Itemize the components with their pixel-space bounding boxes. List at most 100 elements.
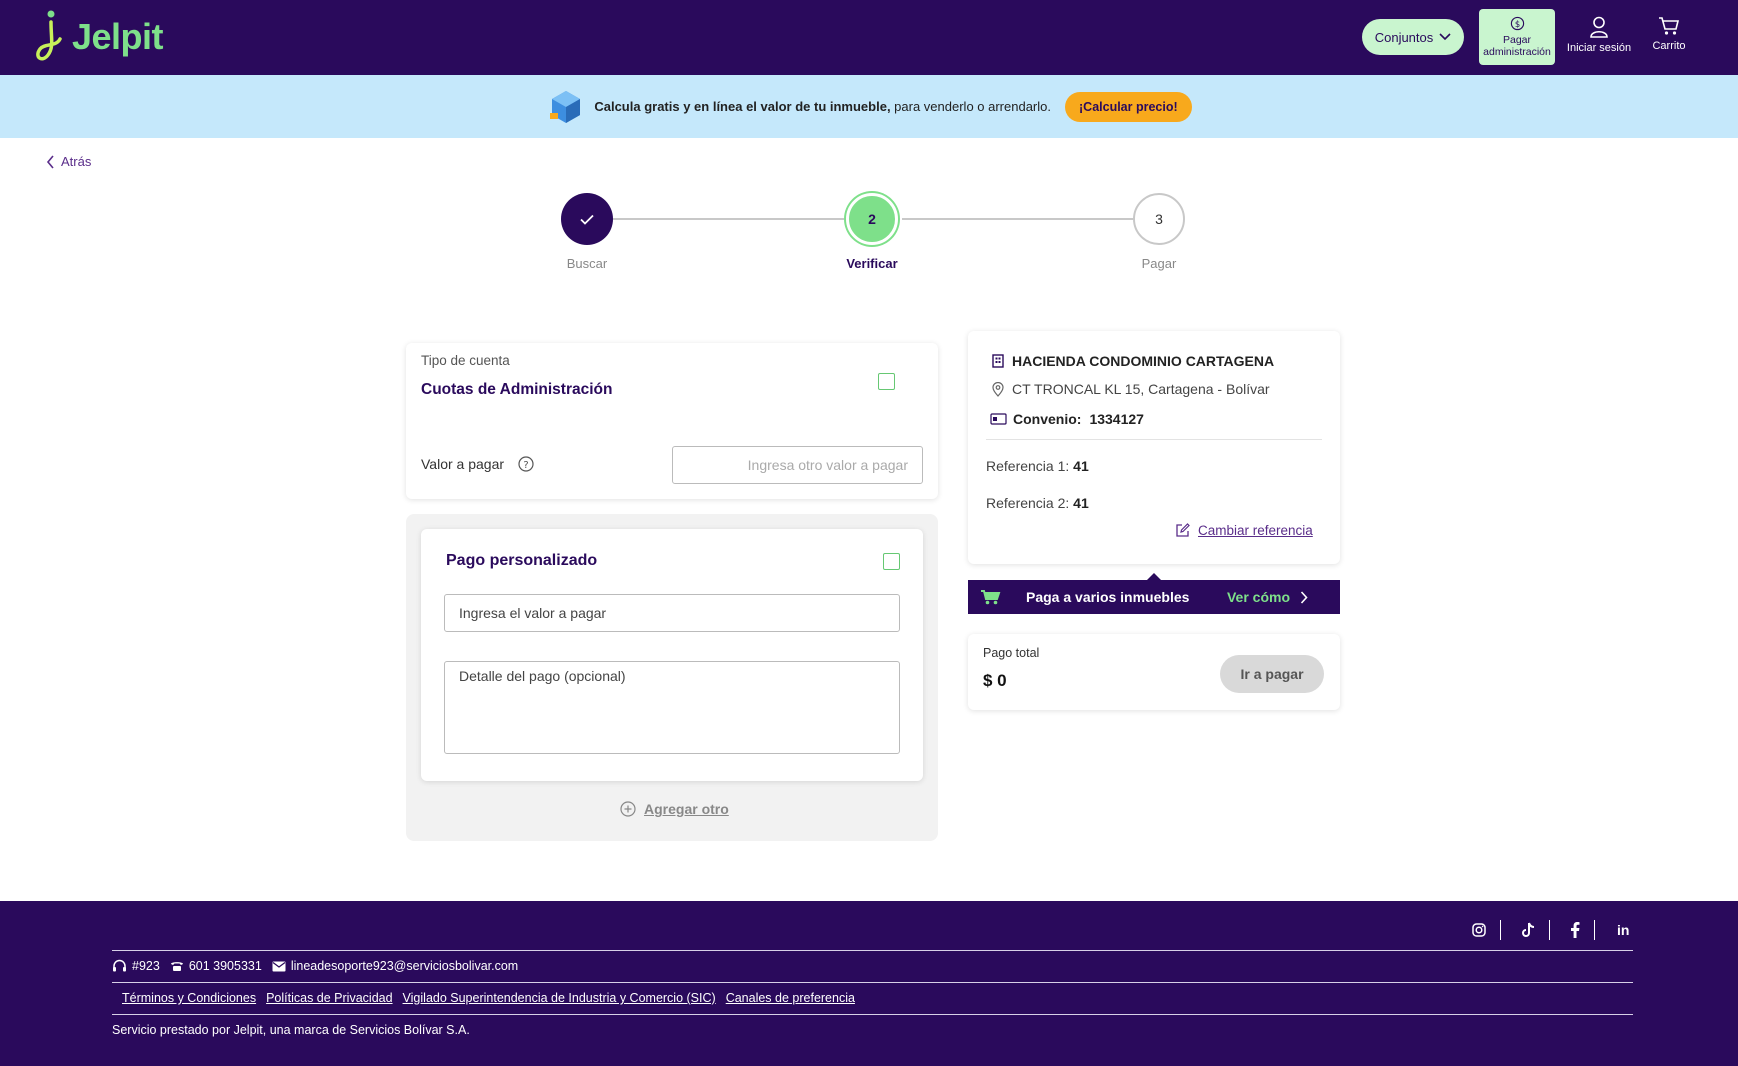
inmueble-address-row: CT TRONCAL KL 15, Cartagena - Bolívar bbox=[992, 381, 1270, 397]
convenio-label: Convenio: bbox=[1013, 411, 1082, 427]
legal-text: Servicio prestado por Jelpit, una marca … bbox=[112, 1023, 470, 1037]
phone-short[interactable]: #923 bbox=[132, 959, 160, 973]
promo-banner: Calcula gratis y en línea el valor de tu… bbox=[0, 75, 1738, 138]
valor-personalizado-input[interactable]: Ingresa el valor a pagar bbox=[444, 594, 900, 632]
login-label: Iniciar sesión bbox=[1566, 42, 1632, 54]
cart-icon bbox=[1659, 17, 1680, 35]
tipo-cuenta-card: Tipo de cuenta Cuotas de Administración … bbox=[406, 343, 938, 499]
conjuntos-label: Conjuntos bbox=[1374, 29, 1434, 45]
svg-text:$: $ bbox=[1514, 19, 1519, 29]
chevron-right-icon bbox=[1300, 590, 1308, 604]
location-pin-icon bbox=[992, 381, 1004, 397]
banner-bold-text: Calcula gratis y en línea el valor de tu… bbox=[594, 99, 891, 114]
terminos-link[interactable]: Términos y Condiciones bbox=[122, 991, 256, 1005]
footer-divider bbox=[112, 982, 1633, 983]
calcular-precio-button[interactable]: ¡Calcular precio! bbox=[1065, 91, 1192, 122]
ir-a-pagar-button[interactable]: Ir a pagar bbox=[1220, 655, 1324, 693]
paga-varios-label: Paga a varios inmuebles bbox=[1026, 589, 1190, 605]
support-email[interactable]: lineadesoporte923@serviciosbolivar.com bbox=[291, 959, 518, 973]
cart-button[interactable]: Carrito bbox=[1646, 16, 1692, 52]
pago-personalizado-card: Pago personalizado Ingresa el valor a pa… bbox=[421, 529, 923, 781]
valor-a-pagar-label: Valor a pagar bbox=[421, 456, 505, 472]
convenio-row: Convenio: 1334127 bbox=[990, 411, 1144, 427]
linkedin-icon[interactable]: in bbox=[1617, 922, 1629, 938]
phone-number[interactable]: 601 3905331 bbox=[189, 959, 262, 973]
cart-icon bbox=[981, 590, 1001, 605]
social-divider bbox=[1500, 920, 1501, 940]
step-2-circle: 2 bbox=[846, 193, 898, 245]
mail-icon bbox=[272, 961, 286, 971]
building-icon bbox=[992, 354, 1004, 368]
contact-row: #923 601 3905331 lineadesoporte923@servi… bbox=[112, 959, 518, 973]
instagram-icon[interactable] bbox=[1472, 923, 1486, 937]
canales-link[interactable]: Canales de preferencia bbox=[726, 991, 855, 1005]
pagar-admin-label-2: administración bbox=[1483, 46, 1551, 58]
pago-total-value: $ 0 bbox=[983, 671, 1007, 690]
chevron-down-icon bbox=[1439, 33, 1451, 41]
conjuntos-dropdown[interactable]: Conjuntos bbox=[1362, 19, 1464, 55]
privacidad-link[interactable]: Políticas de Privacidad bbox=[266, 991, 392, 1005]
help-circle-icon[interactable]: ? bbox=[518, 456, 534, 472]
referencia-2-row: Referencia 2: 41 bbox=[986, 495, 1089, 511]
tipo-cuenta-value: Cuotas de Administración bbox=[421, 381, 613, 398]
id-card-icon bbox=[990, 413, 1007, 425]
sic-link[interactable]: Vigilado Superintendencia de Industria y… bbox=[403, 991, 716, 1005]
referencia-2-label: Referencia 2: bbox=[986, 495, 1070, 511]
inmueble-name-row: HACIENDA CONDOMINIO CARTAGENA bbox=[992, 353, 1274, 369]
tipo-cuenta-checkbox[interactable] bbox=[878, 373, 895, 390]
step-2-label: Verificar bbox=[846, 256, 898, 271]
valor-a-pagar-input[interactable]: Ingresa otro valor a pagar bbox=[672, 446, 923, 484]
user-icon bbox=[1590, 16, 1608, 38]
banner-message: Calcula gratis y en línea el valor de tu… bbox=[594, 99, 1051, 114]
legal-links: Términos y Condiciones Políticas de Priv… bbox=[122, 991, 855, 1005]
jelpit-logo[interactable]: Jelpit bbox=[36, 8, 164, 66]
progress-stepper: Buscar 2 Verificar 3 Pagar bbox=[0, 190, 1738, 280]
social-divider bbox=[1549, 920, 1550, 940]
pago-total-label: Pago total bbox=[983, 646, 1040, 660]
detalle-pago-textarea[interactable]: Detalle del pago (opcional) bbox=[444, 661, 900, 754]
headset-icon bbox=[113, 959, 126, 972]
ver-como-link[interactable]: Ver cómo bbox=[1227, 589, 1308, 605]
step-3-label: Pagar bbox=[1141, 256, 1177, 271]
cambiar-referencia-link[interactable]: Cambiar referencia bbox=[1175, 523, 1313, 538]
tipo-cuenta-label: Tipo de cuenta bbox=[421, 353, 510, 368]
back-link[interactable]: Atrás bbox=[46, 154, 91, 169]
convenio-value: 1334127 bbox=[1089, 411, 1144, 427]
tooltip-arrow bbox=[1147, 573, 1161, 580]
social-links: in bbox=[1472, 920, 1629, 940]
step-1-circle bbox=[561, 193, 613, 245]
step-3-circle: 3 bbox=[1133, 193, 1185, 245]
agregar-otro-button[interactable]: Agregar otro bbox=[620, 801, 729, 817]
facebook-icon[interactable] bbox=[1570, 922, 1580, 938]
cambiar-referencia-label: Cambiar referencia bbox=[1198, 523, 1313, 538]
referencia-1-label: Referencia 1: bbox=[986, 458, 1070, 474]
tiktok-icon[interactable] bbox=[1521, 922, 1535, 938]
house-cube-icon bbox=[550, 90, 581, 123]
ver-como-label: Ver cómo bbox=[1226, 589, 1290, 605]
inmueble-card: HACIENDA CONDOMINIO CARTAGENA CT TRONCAL… bbox=[968, 331, 1340, 564]
step-1-label: Buscar bbox=[566, 256, 608, 271]
svg-text:?: ? bbox=[523, 460, 528, 471]
referencia-1-value: 41 bbox=[1073, 458, 1089, 474]
pagar-admin-label-1: Pagar bbox=[1502, 33, 1532, 46]
referencia-2-value: 41 bbox=[1073, 495, 1089, 511]
cart-label: Carrito bbox=[1652, 40, 1686, 52]
pago-personalizado-title: Pago personalizado bbox=[446, 552, 598, 569]
top-header: Jelpit Conjuntos $ Pagar administración … bbox=[0, 0, 1738, 75]
divider bbox=[986, 439, 1322, 440]
step-connector bbox=[612, 218, 844, 220]
check-icon bbox=[580, 214, 594, 225]
logo-text: Jelpit bbox=[72, 16, 164, 57]
valor-a-pagar-row: Valor a pagar ? bbox=[421, 456, 534, 472]
login-button[interactable]: Iniciar sesión bbox=[1566, 16, 1632, 54]
paga-varios-banner[interactable]: Paga a varios inmuebles Ver cómo bbox=[968, 580, 1340, 614]
pago-personalizado-checkbox[interactable] bbox=[883, 553, 900, 570]
step-connector bbox=[902, 218, 1134, 220]
pagar-administracion-button[interactable]: $ Pagar administración bbox=[1479, 9, 1555, 65]
footer: in #923 601 3905331 lineadesoporte923@se… bbox=[0, 901, 1738, 1066]
back-label: Atrás bbox=[61, 154, 92, 169]
footer-divider bbox=[112, 1014, 1633, 1015]
phone-icon bbox=[170, 962, 183, 971]
agregar-otro-label: Agregar otro bbox=[644, 801, 729, 817]
inmueble-name: HACIENDA CONDOMINIO CARTAGENA bbox=[1012, 353, 1275, 369]
